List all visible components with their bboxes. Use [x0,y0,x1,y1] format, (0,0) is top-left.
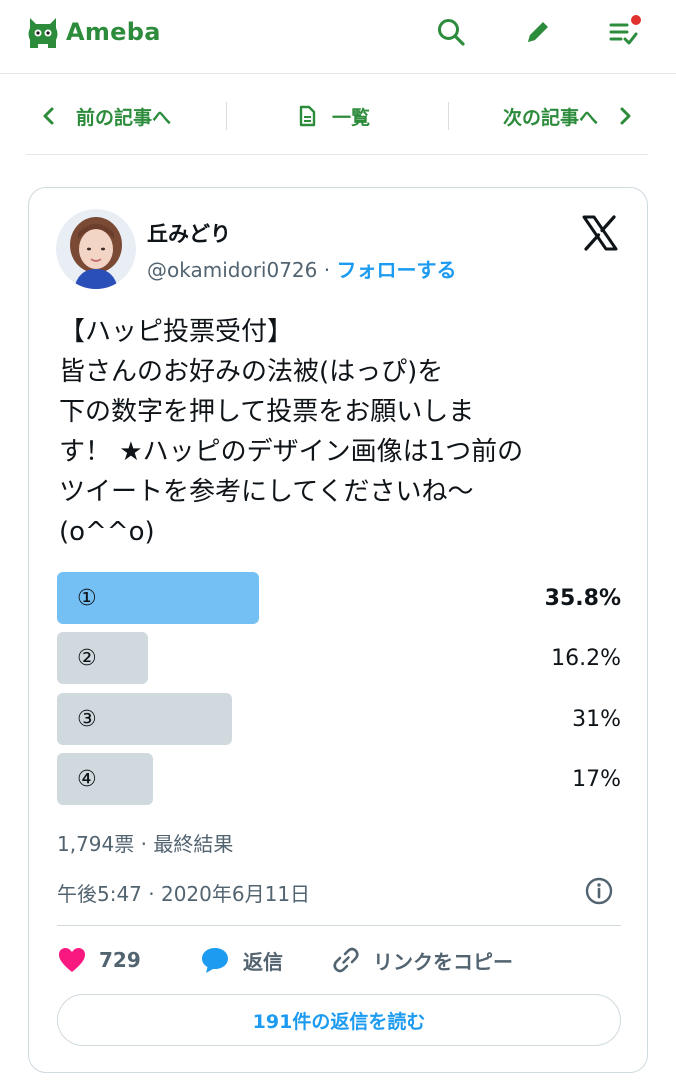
tweet-actions: 729 返信 リンクをコピー [57,938,621,982]
ameba-logo[interactable]: Ameba [26,12,161,52]
tweet-divider [57,925,621,926]
nav-divider-line [26,154,648,155]
nav-divider [226,102,227,130]
link-icon [333,947,359,973]
avatar-image [56,209,136,289]
article-list-label: 一覧 [332,106,371,129]
chevron-left-icon [43,107,54,125]
ameba-logo-icon [28,18,58,48]
pen-icon [528,22,548,42]
app-name: Ameba [66,18,161,46]
search-icon [438,19,465,46]
copy-link-button[interactable]: リンクをコピー [331,938,513,982]
notifications-button[interactable] [604,12,644,52]
next-article-link[interactable]: 次の記事へ [503,88,634,144]
poll: ① 35.8% ② 16.2% ③ 31% ④ 17% [57,572,621,812]
checklist-icon [609,15,641,45]
tweet-text: 【ハッピ投票受付】 皆さんのお好みの法被(はっぴ)を 下の数字を押して投票をお願… [59,317,524,547]
poll-option-label: ① [77,585,97,611]
prev-article-link[interactable]: 前の記事へ [40,88,171,144]
info-icon[interactable] [583,875,615,907]
author-handle[interactable]: @okamidori0726 [147,258,317,282]
search-button[interactable] [431,12,471,52]
handle-separator: · [323,258,331,282]
poll-option-percent: 31% [572,706,621,732]
tweet-card[interactable]: 丘みどり @okamidori0726 · フォローする 【ハッピ投票受付】 皆… [28,187,648,1073]
author-name[interactable]: 丘みどり [147,218,231,248]
like-count: 729 [99,948,141,972]
follow-button[interactable]: フォローする [336,258,456,282]
poll-option: ④ 17% [57,753,621,805]
x-logo-icon[interactable] [581,214,619,252]
nav-divider [448,102,449,130]
poll-option: ① 35.8% [57,572,621,624]
reply-button[interactable]: 返信 [199,938,283,982]
reply-bubble-icon [202,948,228,973]
prev-article-label: 前の記事へ [76,106,172,129]
write-button[interactable] [518,12,558,52]
chevron-right-icon [620,107,631,125]
poll-bar [57,753,153,805]
poll-option-percent: 17% [572,766,621,792]
poll-option: ② 16.2% [57,632,621,684]
author-handle-row: @okamidori0726 · フォローする [147,254,456,283]
poll-option: ③ 31% [57,693,621,745]
poll-vote-summary: 1,794票 · 最終結果 [57,832,234,856]
avatar[interactable] [56,209,136,289]
copy-link-label: リンクをコピー [373,949,513,974]
poll-option-label: ② [77,645,97,671]
like-button[interactable]: 729 [57,938,141,982]
poll-option-label: ③ [77,706,97,732]
article-nav: 前の記事へ 一覧 次の記事へ [26,88,648,144]
app-header: Ameba [0,0,676,74]
next-article-label: 次の記事へ [502,106,598,129]
reply-label: 返信 [243,949,283,974]
poll-bar [57,632,148,684]
tweet-timestamp[interactable]: 午後5:47 · 2020年6月11日 [57,878,310,907]
document-icon [299,105,316,127]
read-replies-button[interactable]: 191件の返信を読む [57,994,621,1046]
article-list-link[interactable]: 一覧 [298,88,370,144]
poll-option-percent: 35.8% [544,585,621,611]
poll-option-percent: 16.2% [551,645,621,671]
heart-icon [59,948,85,972]
poll-option-label: ④ [77,766,97,792]
